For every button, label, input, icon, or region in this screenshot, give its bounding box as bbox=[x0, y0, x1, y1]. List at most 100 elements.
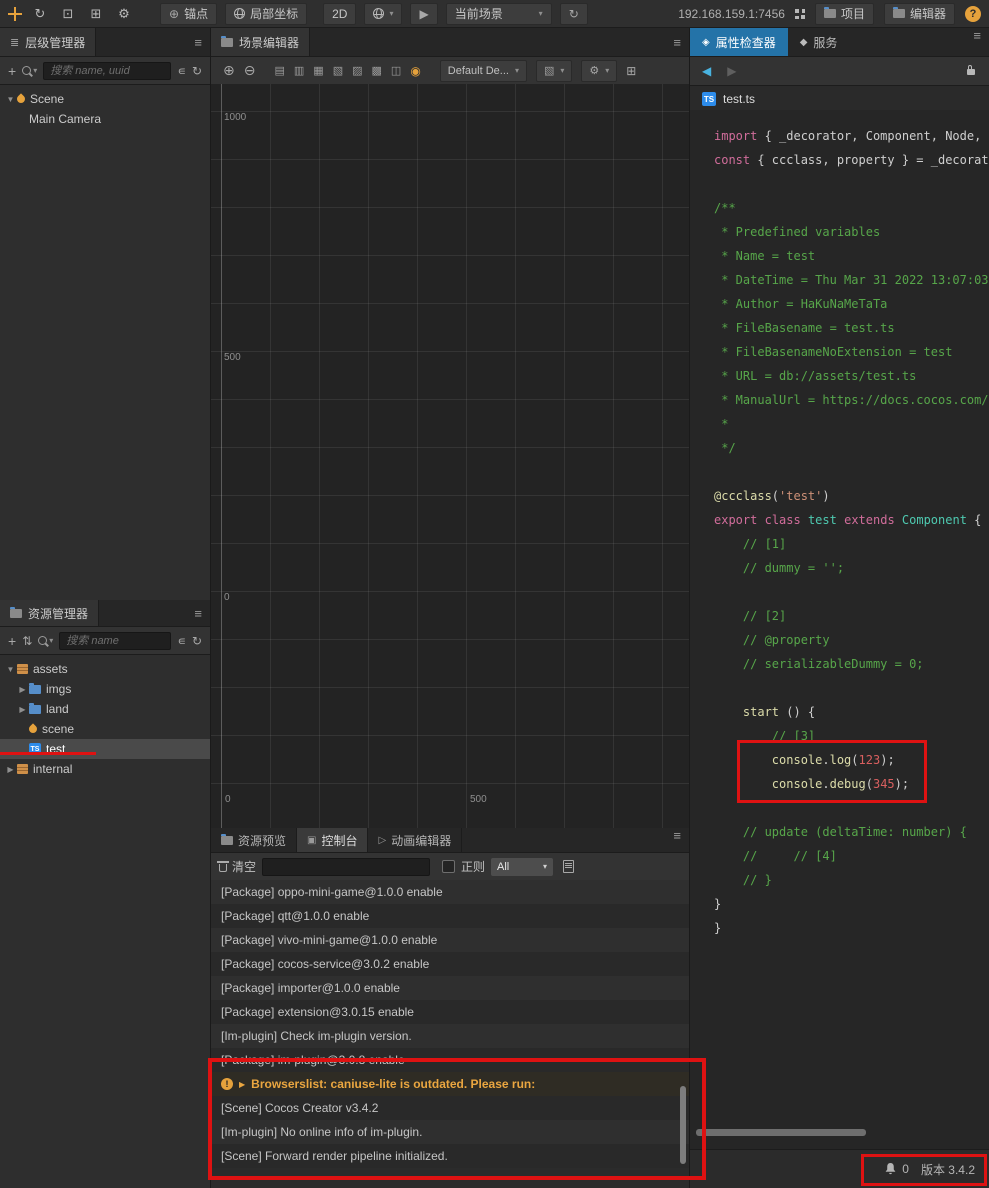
console-log-row[interactable]: ! ▶ Browserslist: caniuse-lite is outdated… bbox=[211, 1072, 689, 1096]
clear-console-button[interactable]: 清空 bbox=[217, 858, 256, 875]
tree-item-imgs[interactable]: ▶ imgs bbox=[0, 679, 210, 699]
refresh-icon[interactable]: ↻ bbox=[30, 6, 50, 22]
console-log-row[interactable]: [Scene] Cocos Creator v3.4.2 bbox=[211, 1096, 689, 1120]
console-log-row[interactable]: [Package] oppo-mini-game@1.0.0 enable bbox=[211, 880, 689, 904]
console-filter-input[interactable] bbox=[262, 857, 431, 876]
settings-gear-icon[interactable]: ⚙ bbox=[114, 6, 134, 22]
align-bottom-icon[interactable]: ▩ bbox=[372, 64, 382, 77]
notification-bell-icon[interactable] bbox=[885, 1163, 896, 1175]
align-top-icon[interactable]: ▧ bbox=[333, 64, 343, 77]
zoom-in-icon[interactable]: ⊕ bbox=[223, 62, 235, 79]
code-token: export bbox=[714, 513, 758, 527]
tree-item-internal[interactable]: ▶ internal bbox=[0, 759, 210, 779]
window-layout-icon[interactable]: ⊞ bbox=[86, 6, 106, 22]
align-left-icon[interactable]: ▤ bbox=[274, 64, 284, 77]
zoom-out-icon[interactable]: ⊖ bbox=[244, 62, 256, 79]
tab-asset-preview[interactable]: 资源预览 bbox=[211, 828, 298, 852]
code-line: } bbox=[714, 916, 989, 940]
panel-menu-icon[interactable]: ≡ bbox=[673, 35, 681, 50]
tree-item-Scene[interactable]: ▼ Scene bbox=[0, 89, 210, 109]
export-log-icon[interactable] bbox=[563, 860, 575, 873]
collapse-all-icon[interactable]: ∊ bbox=[177, 64, 186, 78]
tree-item-test[interactable]: TS test bbox=[0, 739, 210, 759]
scene-canvas[interactable]: 1000 500 0 0 500 bbox=[211, 84, 689, 828]
anchor-button[interactable]: ⊕ 锚点 bbox=[160, 2, 218, 25]
expander-icon[interactable]: ▼ bbox=[4, 95, 17, 104]
log-text: [Im-plugin] No online info of im-plugin. bbox=[221, 1125, 423, 1139]
console-log-row[interactable]: [Im-plugin] Check im-plugin version. bbox=[211, 1024, 689, 1048]
scene-settings-dropdown[interactable]: ⚙ ▾ bbox=[581, 59, 618, 82]
console-log-row[interactable]: [Package] qtt@1.0.0 enable bbox=[211, 904, 689, 928]
qr-code-icon[interactable] bbox=[794, 8, 805, 19]
view-mode-dropdown[interactable]: ▧ ▾ bbox=[535, 59, 573, 82]
code-area[interactable]: import { _decorator, Component, Node, co… bbox=[690, 110, 989, 1150]
editor-button[interactable]: 编辑器 bbox=[883, 2, 955, 25]
refresh-icon[interactable]: ↻ bbox=[192, 64, 202, 78]
forward-button[interactable]: ▶ bbox=[727, 64, 736, 78]
console-scrollbar[interactable] bbox=[680, 1086, 686, 1164]
tree-item-Main Camera[interactable]: Main Camera bbox=[0, 109, 210, 129]
search-type-button[interactable]: ▾ bbox=[22, 66, 37, 75]
expander-icon[interactable]: ▶ bbox=[16, 705, 29, 714]
inspector-panel: ◈ 属性检查器 ◆ 服务 ≡ ◀ ▶ TS test.ts import { _… bbox=[689, 28, 989, 1188]
console-log-row[interactable]: [Package] extension@3.0.15 enable bbox=[211, 1000, 689, 1024]
platform-dropdown[interactable]: ▾ bbox=[364, 2, 403, 25]
tab-animation-editor[interactable]: ▷ 动画编辑器 bbox=[368, 828, 463, 852]
project-button[interactable]: 项目 bbox=[814, 2, 874, 25]
panel-menu-icon[interactable]: ≡ bbox=[194, 606, 202, 621]
search-type-button[interactable]: ▾ bbox=[38, 636, 53, 645]
gizmo-toggle-icon[interactable]: ◉ bbox=[410, 64, 420, 78]
gizmo-preset-dropdown[interactable]: Default De... ▾ bbox=[439, 59, 527, 82]
console-log-row[interactable]: [Scene] Forward render pipeline initiali… bbox=[211, 1144, 689, 1168]
mode-2d-button[interactable]: 2D bbox=[323, 2, 357, 25]
align-right-icon[interactable]: ▦ bbox=[313, 64, 323, 77]
tree-item-scene[interactable]: scene bbox=[0, 719, 210, 739]
expander-icon[interactable]: ▶ bbox=[239, 1080, 245, 1089]
move-tool-icon[interactable] bbox=[8, 6, 22, 21]
tree-item-assets[interactable]: ▼ assets bbox=[0, 659, 210, 679]
hierarchy-icon: ≣ bbox=[10, 36, 20, 49]
local-coords-button[interactable]: 局部坐标 bbox=[225, 2, 308, 25]
sort-icon[interactable]: ⇅ bbox=[22, 634, 32, 648]
play-button[interactable]: ▶ bbox=[410, 2, 438, 25]
tab-services[interactable]: ◆ 服务 bbox=[788, 28, 850, 56]
refresh-icon[interactable]: ↻ bbox=[192, 634, 202, 648]
panel-menu-icon[interactable]: ≡ bbox=[194, 35, 202, 50]
console-log-row[interactable]: [Im-plugin] No online info of im-plugin. bbox=[211, 1120, 689, 1144]
distribute-icon[interactable]: ◫ bbox=[391, 64, 401, 77]
console-log-row[interactable]: [Package] importer@1.0.0 enable bbox=[211, 976, 689, 1000]
expander-icon[interactable]: ▶ bbox=[16, 685, 29, 694]
back-button[interactable]: ◀ bbox=[702, 64, 711, 78]
console-log-row[interactable]: [Package] vivo-mini-game@1.0.0 enable bbox=[211, 928, 689, 952]
collapse-all-icon[interactable]: ∊ bbox=[177, 634, 186, 648]
panel-menu-icon[interactable]: ≡ bbox=[973, 28, 981, 43]
tree-item-land[interactable]: ▶ land bbox=[0, 699, 210, 719]
scene-select-dropdown[interactable]: 当前场景 ▾ bbox=[445, 2, 552, 25]
layout-grid-icon[interactable]: ⊞ bbox=[626, 64, 636, 78]
tab-console[interactable]: ▣ 控制台 bbox=[297, 828, 369, 852]
panel-menu-icon[interactable]: ≡ bbox=[673, 828, 681, 843]
add-node-button[interactable]: + bbox=[8, 64, 16, 78]
tab-scene-editor[interactable]: 场景编辑器 bbox=[211, 28, 311, 56]
expander-icon[interactable]: ▶ bbox=[4, 765, 17, 774]
align-vcenter-icon[interactable]: ▨ bbox=[352, 64, 362, 77]
code-scrollbar[interactable] bbox=[696, 1129, 866, 1136]
expander-icon[interactable]: ▼ bbox=[4, 665, 17, 674]
fullscreen-icon[interactable]: ⊡ bbox=[58, 6, 78, 22]
help-button[interactable]: ? bbox=[965, 5, 981, 22]
tab-inspector[interactable]: ◈ 属性检查器 bbox=[690, 28, 788, 56]
reload-preview-button[interactable]: ↻ bbox=[559, 2, 588, 25]
add-asset-button[interactable]: + bbox=[8, 634, 16, 648]
align-hcenter-icon[interactable]: ▥ bbox=[294, 64, 304, 77]
console-log-row[interactable]: [Package] cocos-service@3.0.2 enable bbox=[211, 952, 689, 976]
preview-address[interactable]: 192.168.159.1:7456 bbox=[678, 7, 785, 21]
regex-checkbox[interactable] bbox=[442, 860, 456, 873]
tab-hierarchy[interactable]: ≣ 层级管理器 bbox=[0, 28, 97, 56]
assets-search-input[interactable] bbox=[59, 631, 172, 650]
refresh-icon: ↻ bbox=[568, 6, 579, 21]
tab-assets[interactable]: 资源管理器 bbox=[0, 600, 100, 626]
console-log-row[interactable]: [Package] im-plugin@3.0.8 enable bbox=[211, 1048, 689, 1072]
log-level-select[interactable]: All ▾ bbox=[491, 857, 554, 876]
lock-icon[interactable] bbox=[967, 65, 975, 75]
hierarchy-search-input[interactable] bbox=[43, 61, 172, 80]
